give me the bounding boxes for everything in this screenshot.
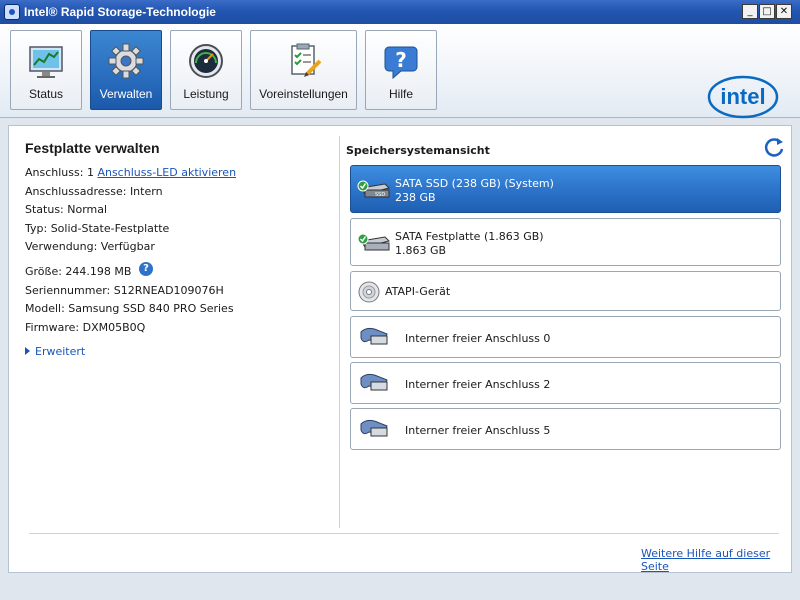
horizontal-divider: [29, 533, 779, 534]
svg-text:?: ?: [395, 48, 407, 72]
tab-help-label: Hilfe: [388, 87, 413, 101]
sata-port-icon: [360, 327, 388, 345]
app-icon: [4, 4, 20, 20]
device-name: Interner freier Anschluss 5: [405, 424, 551, 437]
optical-disc-icon: [358, 281, 380, 303]
device-name: Interner freier Anschluss 2: [405, 378, 551, 391]
minimize-button[interactable]: _: [742, 4, 758, 19]
device-name: SATA SSD (238 GB) (System): [395, 177, 554, 190]
close-button[interactable]: ✕: [776, 4, 792, 19]
address-row: Anschlussadresse: Intern: [25, 184, 163, 198]
more-help-link[interactable]: Weitere Hilfe auf dieser Seite: [641, 547, 791, 573]
disk-details: Festplatte verwalten Anschluss: 1 Anschl…: [25, 140, 325, 358]
usage-row: Verwendung: Verfügbar: [25, 240, 155, 253]
preferences-icon: [290, 43, 321, 77]
device-name: Interner freier Anschluss 0: [405, 332, 551, 345]
device-name: ATAPI-Gerät: [385, 285, 451, 298]
tab-performance[interactable]: Leistung: [170, 30, 242, 110]
ssd-drive-icon: SSD: [357, 180, 390, 198]
type-row: Typ: Solid-State-Festplatte: [25, 221, 170, 235]
help-icon: ?: [384, 46, 418, 80]
device-sata-ssd[interactable]: SSD SATA SSD (238 GB) (System) 238 GB: [350, 165, 781, 213]
title-bar: Intel® Rapid Storage-Technologie _ □ ✕: [0, 0, 800, 24]
tab-status-label: Status: [28, 87, 64, 101]
main-panel: Festplatte verwalten Anschluss: 1 Anschl…: [8, 125, 792, 573]
hdd-drive-icon: [357, 233, 390, 251]
device-atapi[interactable]: ATAPI-Gerät: [350, 271, 781, 311]
device-size: 1.863 GB: [395, 244, 447, 257]
device-free-port-5[interactable]: Interner freier Anschluss 5: [350, 408, 781, 450]
device-name: SATA Festplatte (1.863 GB): [395, 230, 544, 243]
toolbar: Status Verwalten Leistung Voreinstellung…: [0, 24, 800, 119]
extended-toggle[interactable]: Erweitert: [25, 345, 325, 358]
gear-icon: [108, 43, 144, 79]
svg-text:SSD: SSD: [375, 192, 385, 198]
serial-row: Seriennummer: S12RNEAD109076H: [25, 283, 224, 297]
tab-status[interactable]: Status: [10, 30, 82, 110]
expand-triangle-icon: [25, 347, 30, 355]
status-icon: [29, 46, 63, 78]
device-free-port-0[interactable]: Interner freier Anschluss 0: [350, 316, 781, 358]
window-title: Intel® Rapid Storage-Technologie: [24, 5, 216, 19]
port-led-link[interactable]: Anschluss-LED aktivieren: [97, 166, 236, 179]
sata-port-icon: [360, 373, 388, 391]
size-label: Größe: 244.198 MB: [25, 264, 132, 278]
tab-manage-label: Verwalten: [99, 87, 153, 101]
status-row: Status: Normal: [25, 203, 108, 216]
refresh-icon[interactable]: [763, 136, 785, 158]
extended-label: Erweitert: [35, 345, 86, 358]
device-free-port-2[interactable]: Interner freier Anschluss 2: [350, 362, 781, 404]
tab-preferences[interactable]: Voreinstellungen: [250, 30, 357, 110]
sata-port-icon: [360, 419, 388, 437]
help-tooltip-icon[interactable]: ?: [138, 261, 153, 276]
tab-performance-label: Leistung: [183, 87, 229, 101]
storage-view-title: Speichersystemansicht: [346, 144, 490, 157]
maximize-button[interactable]: □: [759, 4, 775, 19]
gauge-icon: [189, 44, 223, 78]
intel-logo: intel: [707, 75, 779, 119]
page-title: Festplatte verwalten: [25, 140, 160, 156]
tab-manage[interactable]: Verwalten: [90, 30, 162, 110]
model-row: Modell: Samsung SSD 840 PRO Series: [25, 302, 234, 315]
device-sata-hdd[interactable]: SATA Festplatte (1.863 GB) 1.863 GB: [350, 218, 781, 266]
device-size: 238 GB: [395, 191, 436, 204]
tab-preferences-label: Voreinstellungen: [259, 87, 348, 101]
firmware-row: Firmware: DXM05B0Q: [25, 320, 146, 334]
port-label: Anschluss: 1: [25, 166, 94, 179]
tab-help[interactable]: ? Hilfe: [365, 30, 437, 110]
port-row: Anschluss: 1 Anschluss-LED aktivieren: [25, 166, 325, 185]
vertical-divider: [339, 136, 340, 528]
size-row: Größe: 244.198 MB ?: [25, 259, 325, 284]
svg-text:intel: intel: [720, 84, 765, 109]
